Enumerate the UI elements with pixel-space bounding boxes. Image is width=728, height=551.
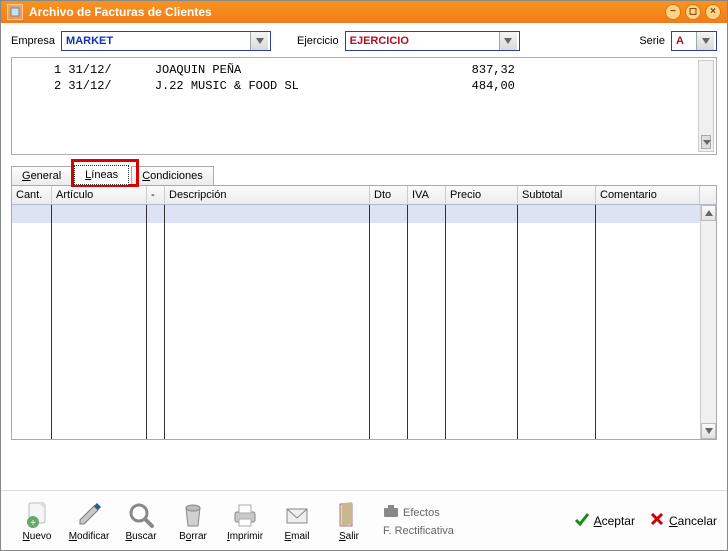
grid-header: Cant. Artículo - Descripción Dto IVA Pre…	[12, 186, 716, 205]
chevron-up-icon[interactable]	[701, 205, 716, 221]
toolbar: + Nuevo Modificar Buscar Borrar	[1, 490, 727, 550]
col-dto[interactable]: Dto	[370, 186, 408, 204]
rectificativa-button[interactable]: F. Rectificativa	[383, 525, 454, 537]
col-comentario[interactable]: Comentario	[596, 186, 700, 204]
svg-text:+: +	[30, 518, 36, 529]
window: Archivo de Facturas de Clientes − ◻ × Em…	[0, 0, 728, 551]
modificar-button[interactable]: Modificar	[63, 499, 115, 542]
imprimir-button[interactable]: Imprimir	[219, 499, 271, 542]
briefcase-icon	[383, 504, 399, 521]
grid-body[interactable]	[12, 205, 716, 439]
exit-icon	[333, 499, 365, 531]
search-icon	[125, 499, 157, 531]
close-button[interactable]: ×	[705, 4, 721, 20]
serie-label: Serie	[639, 35, 665, 47]
email-button[interactable]: Email	[271, 499, 323, 542]
ejercicio-input[interactable]	[346, 32, 499, 50]
borrar-button[interactable]: Borrar	[167, 499, 219, 542]
invoice-list[interactable]: 1 31/12/ JOAQUIN PEÑA 837,32 2 31/12/ J.…	[11, 57, 717, 155]
window-title: Archivo de Facturas de Clientes	[29, 5, 212, 19]
col-articulo[interactable]: Artículo	[52, 186, 147, 204]
trash-icon	[177, 499, 209, 531]
chevron-down-icon[interactable]	[250, 32, 268, 50]
ejercicio-label: Ejercicio	[297, 35, 339, 47]
serie-input[interactable]	[672, 32, 696, 50]
list-item[interactable]: 2 31/12/ J.22 MUSIC & FOOD SL 484,00	[18, 78, 710, 94]
cancelar-button[interactable]: Cancelar	[649, 511, 717, 530]
ejercicio-combo[interactable]	[345, 31, 520, 51]
maximize-button[interactable]: ◻	[685, 4, 701, 20]
check-icon	[574, 511, 590, 530]
col-dash[interactable]: -	[147, 186, 165, 204]
col-cant[interactable]: Cant.	[12, 186, 52, 204]
empresa-label: Empresa	[11, 35, 55, 47]
tab-condiciones[interactable]: Condiciones	[131, 166, 214, 185]
col-descripcion[interactable]: Descripción	[165, 186, 370, 204]
lines-grid: Cant. Artículo - Descripción Dto IVA Pre…	[11, 185, 717, 440]
minimize-button[interactable]: −	[665, 4, 681, 20]
chevron-down-icon[interactable]	[701, 423, 716, 439]
mail-icon	[281, 499, 313, 531]
cross-icon	[649, 511, 665, 530]
empresa-input[interactable]	[62, 32, 250, 50]
pencil-icon	[73, 499, 105, 531]
filter-row: Empresa Ejercicio Serie	[1, 23, 727, 57]
list-item[interactable]: 1 31/12/ JOAQUIN PEÑA 837,32	[18, 62, 710, 78]
empresa-combo[interactable]	[61, 31, 271, 51]
tab-lineas[interactable]: Líneas	[74, 165, 129, 185]
chevron-down-icon[interactable]	[499, 32, 517, 50]
serie-combo[interactable]	[671, 31, 717, 51]
grid-scrollbar[interactable]	[700, 205, 716, 439]
col-subtotal[interactable]: Subtotal	[518, 186, 596, 204]
new-doc-icon: +	[21, 499, 53, 531]
app-icon	[7, 4, 23, 20]
nuevo-button[interactable]: + Nuevo	[11, 499, 63, 542]
efectos-button[interactable]: Efectos	[383, 504, 454, 521]
chevron-down-icon[interactable]	[696, 32, 714, 50]
tab-bar: General Líneas Condiciones	[11, 165, 717, 185]
salir-button[interactable]: Salir	[323, 499, 375, 542]
aceptar-button[interactable]: Aceptar	[574, 511, 635, 530]
scrollbar[interactable]	[698, 60, 714, 152]
buscar-button[interactable]: Buscar	[115, 499, 167, 542]
chevron-down-icon[interactable]	[701, 135, 711, 149]
col-scroll-header	[700, 186, 716, 204]
titlebar: Archivo de Facturas de Clientes − ◻ ×	[1, 1, 727, 23]
tab-general[interactable]: General	[11, 166, 72, 185]
printer-icon	[229, 499, 261, 531]
col-iva[interactable]: IVA	[408, 186, 446, 204]
col-precio[interactable]: Precio	[446, 186, 518, 204]
